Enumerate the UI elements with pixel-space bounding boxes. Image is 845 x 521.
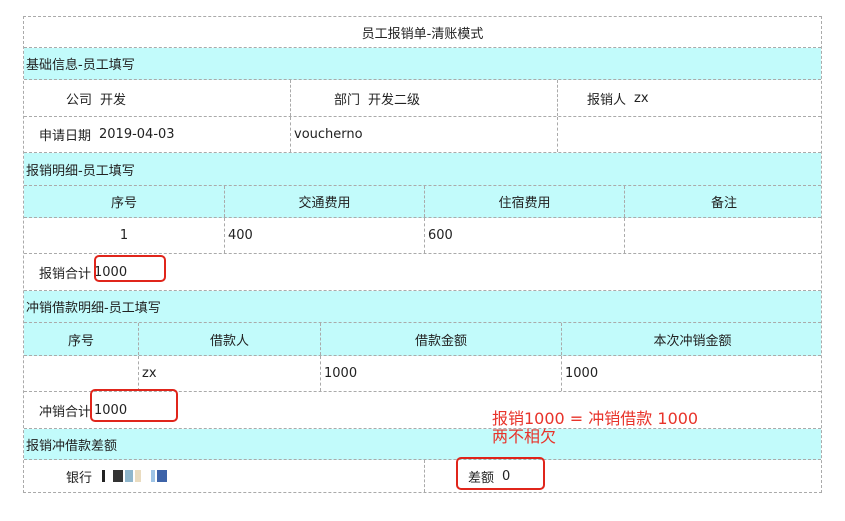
voucher-value: voucherno	[294, 127, 363, 142]
table-row: 1 400 600	[24, 218, 821, 254]
diff-section-header: 报销冲借款差额	[24, 429, 821, 460]
detail-table-header: 序号 交通费用 住宿费用 备注	[24, 186, 821, 218]
detail-section-title: 报销明细-员工填写	[26, 163, 135, 179]
form-title-row: 员工报销单-清账模式	[24, 17, 821, 48]
dept-field[interactable]: 部门 开发二级	[290, 80, 557, 116]
detail-col-index: 序号	[110, 196, 137, 211]
diff-highlight	[456, 457, 545, 490]
loan-col-borrower: 借款人	[138, 323, 320, 355]
claimant-field[interactable]: 报销人 zx	[557, 80, 823, 116]
loan-cell-writeoff[interactable]: 1000	[561, 356, 823, 391]
annotation-line-2: 两不相欠	[492, 427, 557, 446]
dept-label: 部门	[334, 92, 361, 108]
bank-value-redacted	[100, 470, 168, 482]
detail-cell-index[interactable]: 1	[24, 218, 224, 253]
detail-col-lodging: 住宿费用	[424, 186, 624, 217]
loan-cell-index[interactable]	[24, 356, 138, 391]
bank-field[interactable]: 银行	[24, 460, 424, 492]
loan-cell-borrower[interactable]: zx	[138, 356, 320, 391]
loan-total-highlight	[90, 389, 178, 422]
date-label: 申请日期	[39, 129, 92, 144]
detail-section-header: 报销明细-员工填写	[24, 153, 821, 186]
loan-cell-amount[interactable]: 1000	[320, 356, 561, 391]
detail-total-label: 报销合计	[39, 266, 92, 282]
company-label: 公司	[66, 92, 93, 108]
claimant-value: zx	[634, 90, 649, 106]
empty-field[interactable]	[557, 117, 823, 152]
diff-section-title: 报销冲借款差额	[26, 438, 118, 454]
claimant-label: 报销人	[587, 92, 627, 108]
diff-row: 银行 差额 0	[24, 460, 821, 492]
bank-label: 银行	[66, 470, 93, 486]
annotation-text: 报销1000 = 冲销借款 1000 两不相欠	[492, 410, 698, 446]
loan-col-amount: 借款金额	[320, 323, 561, 355]
detail-cell-remark[interactable]	[624, 218, 823, 253]
voucher-field[interactable]: voucherno	[290, 117, 557, 152]
detail-total-highlight	[94, 255, 166, 282]
loan-total-label: 冲销合计	[39, 404, 92, 420]
date-field[interactable]: 申请日期 2019-04-03	[24, 117, 290, 152]
loan-section-header: 冲销借款明细-员工填写	[24, 291, 821, 323]
basic-row-2: 申请日期 2019-04-03 voucherno	[24, 117, 821, 153]
loan-col-writeoff: 本次冲销金额	[561, 323, 823, 355]
loan-col-index: 序号	[67, 333, 94, 349]
loan-section-title: 冲销借款明细-员工填写	[26, 301, 161, 316]
date-value: 2019-04-03	[99, 127, 175, 142]
detail-col-transport: 交通费用	[224, 186, 424, 217]
detail-cell-transport[interactable]: 400	[224, 218, 424, 253]
basic-row-1: 公司 开发 部门 开发二级 报销人 zx	[24, 80, 821, 117]
company-value: 开发	[100, 92, 127, 108]
detail-cell-lodging[interactable]: 600	[424, 218, 624, 253]
annotation-line-1: 报销1000 = 冲销借款 1000	[492, 409, 699, 428]
detail-col-remark: 备注	[624, 186, 823, 217]
loan-table-header: 序号 借款人 借款金额 本次冲销金额	[24, 323, 821, 356]
basic-section-title: 基础信息-员工填写	[26, 58, 135, 73]
dept-value: 开发二级	[368, 92, 421, 108]
company-field[interactable]: 公司 开发	[24, 80, 290, 116]
table-row: zx 1000 1000	[24, 356, 821, 392]
form-title: 员工报销单-清账模式	[361, 26, 484, 42]
basic-section-header: 基础信息-员工填写	[24, 48, 821, 80]
